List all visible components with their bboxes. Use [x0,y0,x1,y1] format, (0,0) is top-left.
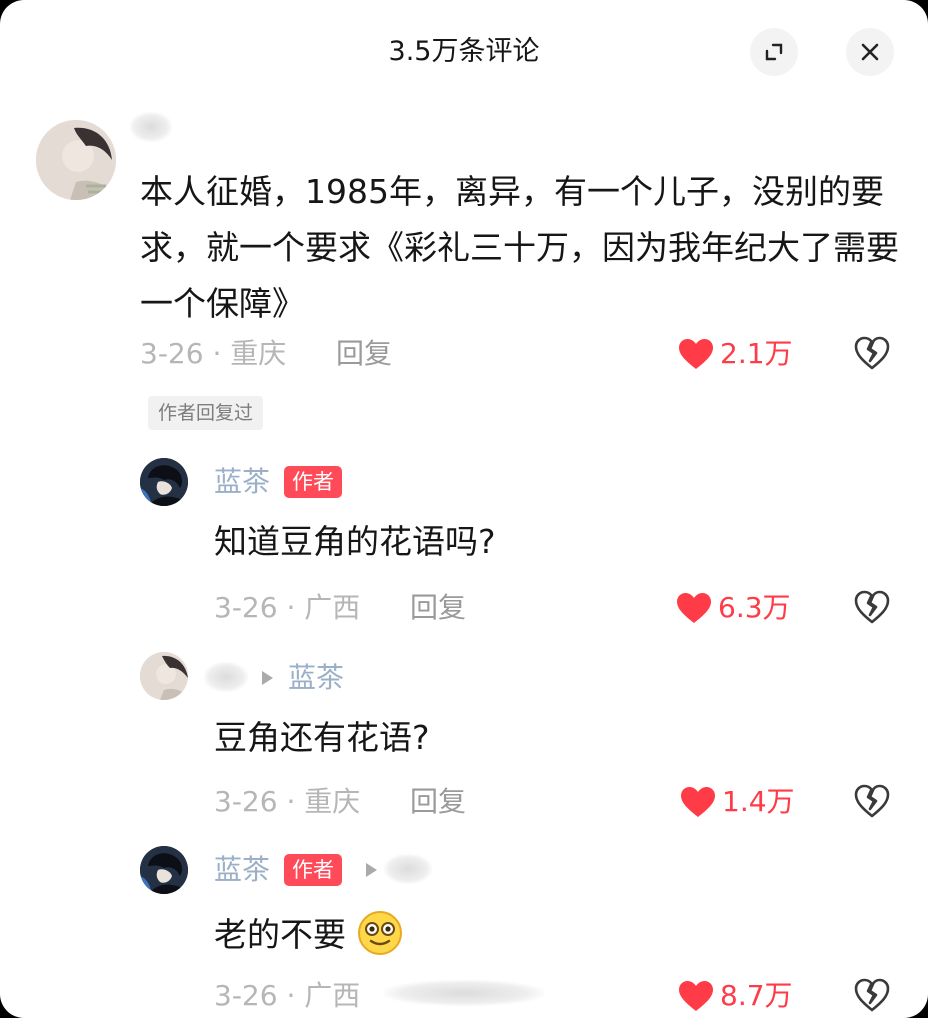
reply-button-blurred[interactable] [384,980,544,1006]
heart-icon [681,787,715,817]
reply-text-content: 老的不要 [214,915,346,954]
main-like-count: 2.1万 [720,337,793,370]
reply-like-button[interactable]: 8.7万 [678,976,793,1016]
main-dislike-button[interactable] [854,336,890,374]
author-badge: 作者 [284,466,342,498]
main-like-button[interactable]: 2.1万 [678,334,793,374]
commenter-username-blurred[interactable] [130,112,172,142]
reply-like-button[interactable]: 1.4万 [680,782,795,822]
reply-like-count: 8.7万 [720,979,793,1012]
author-badge: 作者 [284,854,342,886]
reply-like-count: 1.4万 [722,785,795,818]
broken-heart-icon [854,978,890,1012]
reply-like-button[interactable]: 6.3万 [676,588,791,628]
main-comment-meta: 3-26 · 重庆 [140,337,287,370]
heart-icon [679,981,713,1011]
reply-text: 豆角还有花语? [214,718,430,757]
reply-meta: 3-26 · 广西 [214,591,361,624]
reply-like-count: 6.3万 [718,591,791,624]
reply-dislike-button[interactable] [854,784,890,822]
close-icon [861,43,879,61]
commenter-avatar[interactable] [140,652,188,700]
reply-text: 老的不要 [214,910,403,957]
broken-heart-icon [854,336,890,370]
reply-text: 知道豆角的花语吗? [214,522,496,561]
comments-sheet: 3.5万条评论 本人征婚，1985年，离异，有一个儿子，没别的要求，就一个要求《… [0,0,928,1018]
reply-reply-button[interactable]: 回复 [410,588,466,628]
main-reply-button[interactable]: 回复 [336,334,392,374]
reply-target-username[interactable]: 蓝茶 [288,658,344,698]
commenter-username-blurred[interactable] [204,662,248,692]
play-arrow-icon [262,671,273,685]
author-avatar[interactable] [140,458,188,506]
heart-icon [679,339,713,369]
reply-meta: 3-26 · 广西 [214,979,361,1012]
broken-heart-icon [854,590,890,624]
smile-emoji-icon [357,911,402,955]
reply-meta: 3-26 · 重庆 [214,785,361,818]
main-comment-text: 本人征婚，1985年，离异，有一个儿子，没别的要求，就一个要求《彩礼三十万，因为… [140,172,899,323]
expand-icon [765,43,783,61]
expand-button[interactable] [750,28,798,76]
reply-dislike-button[interactable] [854,978,890,1016]
reply-username[interactable]: 蓝茶 [214,850,270,890]
broken-heart-icon [854,784,890,818]
author-replied-chip: 作者回复过 [148,396,264,430]
close-button[interactable] [846,28,894,76]
reply-reply-button[interactable]: 回复 [410,782,466,822]
commenter-username-blurred[interactable] [384,854,432,884]
heart-icon [677,593,711,623]
author-avatar[interactable] [140,846,188,894]
reply-dislike-button[interactable] [854,590,890,628]
play-arrow-icon [366,863,377,877]
commenter-avatar[interactable] [36,120,116,200]
reply-username[interactable]: 蓝茶 [214,462,270,502]
